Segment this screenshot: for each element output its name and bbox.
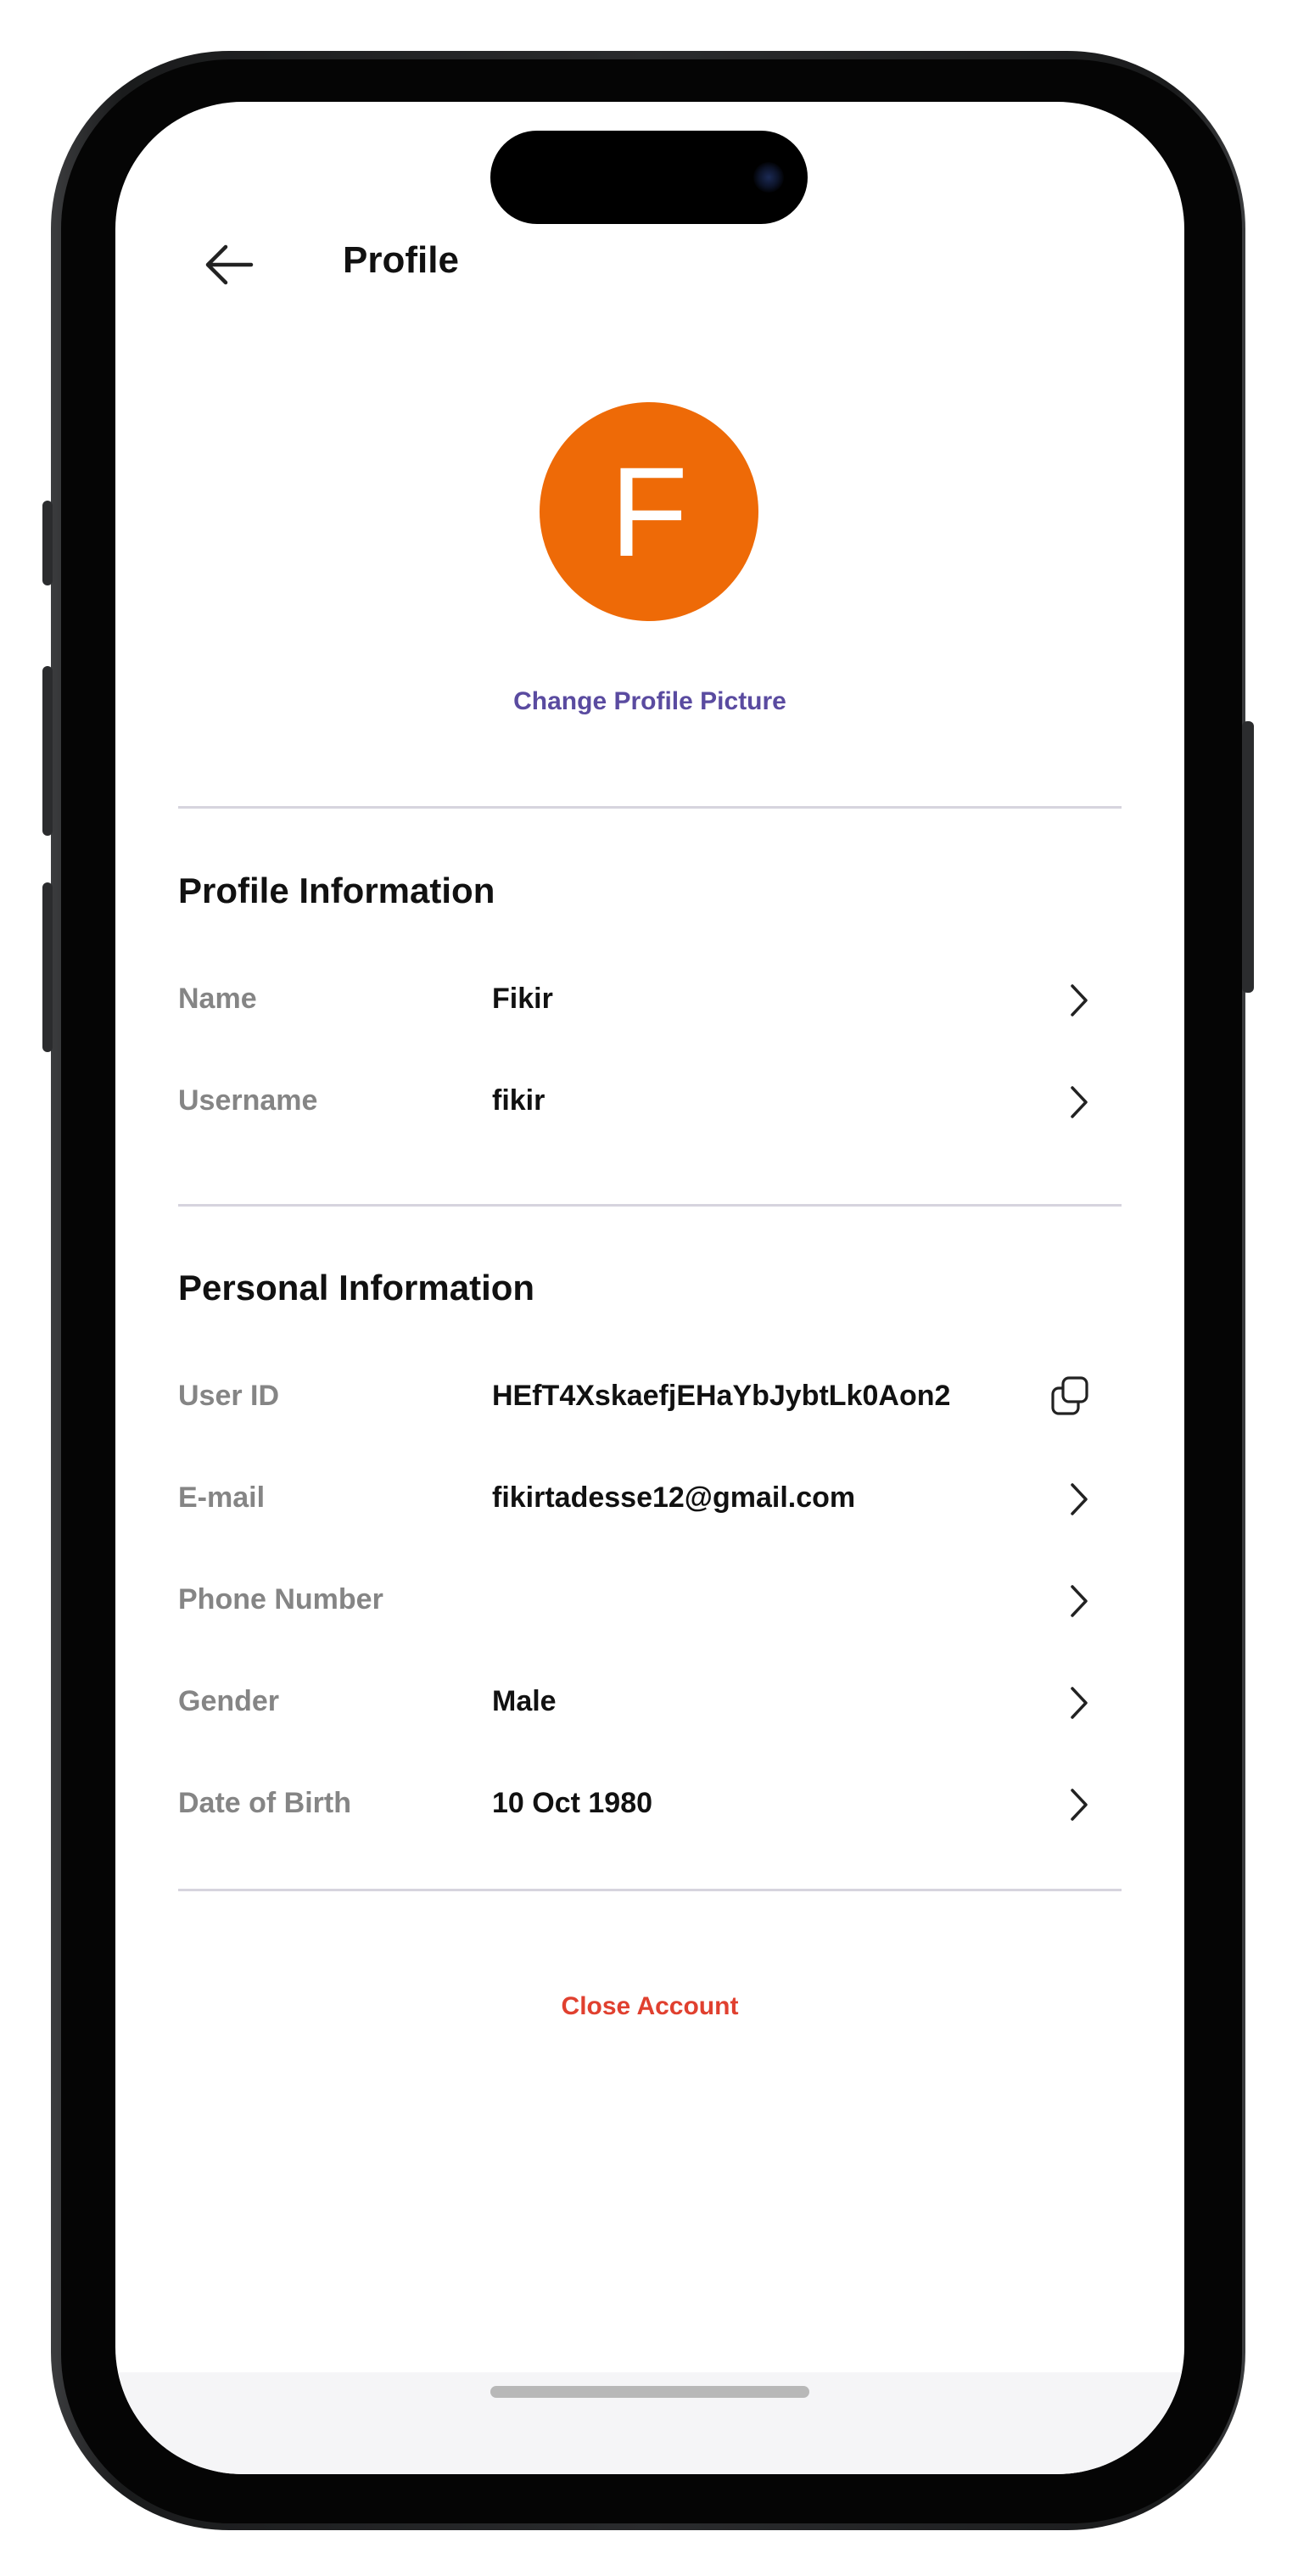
row-value: Fikir (492, 983, 553, 1015)
chevron-right-icon (1071, 984, 1088, 1016)
volume-up-button (42, 666, 53, 836)
date-of-birth-row[interactable]: Date of Birth 10 Oct 1980 (178, 1761, 1122, 1846)
row-value: Male (492, 1685, 557, 1717)
row-label: Username (178, 1084, 318, 1117)
action-button (42, 501, 53, 585)
row-label: E-mail (178, 1481, 266, 1514)
profile-information-title: Profile Information (178, 871, 495, 910)
username-row[interactable]: Username fikir (178, 1059, 1122, 1144)
chevron-right-icon (1071, 1086, 1088, 1118)
page-title: Profile (343, 239, 459, 281)
arrow-left-icon (205, 244, 254, 285)
profile-screen: Profile F Change Profile Picture Profile… (115, 102, 1184, 2474)
volume-down-button (42, 882, 53, 1052)
dynamic-island (490, 131, 808, 224)
front-camera-icon (753, 162, 784, 193)
top-app-bar: Profile (115, 214, 1184, 316)
chevron-right-icon (1071, 1789, 1088, 1821)
avatar-initial: F (610, 440, 688, 583)
power-button (1242, 721, 1254, 993)
change-profile-picture-link[interactable]: Change Profile Picture (115, 687, 1184, 716)
row-label: User ID (178, 1380, 280, 1412)
chevron-right-icon (1071, 1585, 1088, 1617)
name-row[interactable]: Name Fikir (178, 957, 1122, 1042)
row-value: fikirtadesse12@gmail.com (492, 1481, 856, 1514)
email-row[interactable]: E-mail fikirtadesse12@gmail.com (178, 1456, 1122, 1541)
divider (178, 1889, 1122, 1891)
home-indicator[interactable] (490, 2386, 809, 2398)
row-label: Date of Birth (178, 1787, 351, 1819)
row-label: Phone Number (178, 1583, 383, 1616)
row-value: 10 Oct 1980 (492, 1787, 653, 1819)
back-button[interactable] (197, 232, 261, 297)
chevron-right-icon (1071, 1483, 1088, 1515)
divider (178, 806, 1122, 809)
user-id-row[interactable]: User ID HEfT4XskaefjEHaYbJybtLk0Aon2 (178, 1354, 1122, 1439)
divider (178, 1204, 1122, 1207)
phone-screen: Profile F Change Profile Picture Profile… (115, 102, 1184, 2474)
row-label: Name (178, 983, 257, 1015)
row-value: HEfT4XskaefjEHaYbJybtLk0Aon2 (492, 1380, 951, 1412)
close-account-button[interactable]: Close Account (115, 1992, 1184, 2021)
personal-information-title: Personal Information (178, 1268, 535, 1308)
row-value: fikir (492, 1084, 545, 1117)
chevron-right-icon (1071, 1687, 1088, 1719)
avatar: F (540, 402, 758, 621)
row-label: Gender (178, 1685, 280, 1717)
gender-row[interactable]: Gender Male (178, 1660, 1122, 1744)
copy-icon[interactable] (1047, 1373, 1093, 1419)
phone-number-row[interactable]: Phone Number (178, 1558, 1122, 1643)
